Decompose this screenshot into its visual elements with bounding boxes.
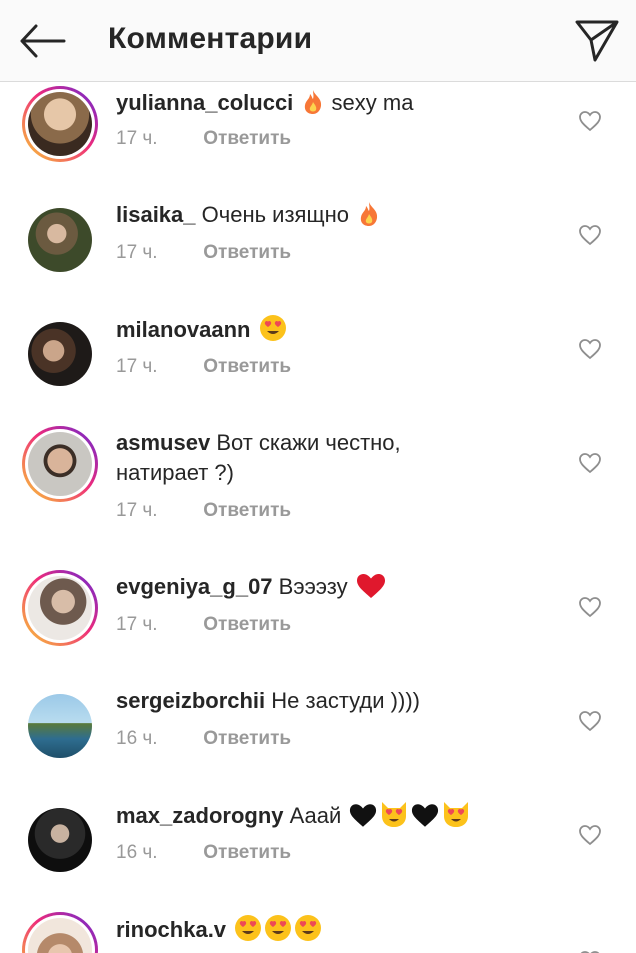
comment-text: rinochka.v bbox=[116, 914, 556, 945]
heart-eyes-cat-emoji bbox=[382, 802, 407, 827]
heart-outline-icon[interactable] bbox=[578, 110, 602, 132]
red-heart-emoji bbox=[356, 574, 385, 598]
comment-meta: 17 ч. Ответить bbox=[116, 500, 291, 522]
comment-time: 17 ч. bbox=[116, 128, 158, 149]
black-heart-emoji bbox=[350, 804, 377, 827]
avatar[interactable] bbox=[22, 912, 98, 953]
comment-text: yulianna_colucci sexy ma bbox=[116, 88, 556, 118]
comment-body: Ааай bbox=[289, 803, 342, 828]
comment-body-line2: натирает ?) bbox=[116, 460, 234, 485]
comment-time: 17 ч. bbox=[116, 500, 158, 521]
reply-button[interactable]: Ответить bbox=[203, 500, 291, 521]
avatar[interactable] bbox=[22, 426, 98, 502]
avatar[interactable] bbox=[22, 316, 98, 392]
heart-eyes-cat-emoji bbox=[444, 802, 469, 827]
fire-emoji bbox=[305, 90, 322, 114]
top-bar: Комментарии bbox=[0, 0, 636, 82]
heart-outline-icon[interactable] bbox=[578, 452, 602, 474]
reply-button[interactable]: Ответить bbox=[203, 614, 291, 635]
reply-button[interactable]: Ответить bbox=[203, 128, 291, 149]
comment-username[interactable]: asmusev bbox=[116, 430, 210, 455]
reply-button[interactable]: Ответить bbox=[203, 728, 291, 749]
comment-row: rinochka.v bbox=[0, 908, 636, 953]
comment-time: 17 ч. bbox=[116, 356, 158, 377]
comment-text: lisaika_ Очень изящно bbox=[116, 200, 556, 230]
comment-time: 16 ч. bbox=[116, 728, 158, 749]
heart-outline-icon[interactable] bbox=[578, 338, 602, 360]
comment-time: 16 ч. bbox=[116, 842, 158, 863]
comment-body: Вэээзу bbox=[278, 574, 348, 599]
comment-row: evgeniya_g_07 Вэээзу 17 ч. Ответить bbox=[0, 566, 636, 680]
black-heart-emoji bbox=[412, 804, 439, 827]
heart-outline-icon[interactable] bbox=[578, 596, 602, 618]
avatar[interactable] bbox=[22, 688, 98, 764]
heart-eyes-emoji bbox=[235, 915, 262, 941]
heart-eyes-emoji bbox=[295, 915, 322, 941]
comment-username[interactable]: sergeizborchii bbox=[116, 688, 265, 713]
comment-row: milanovaann 17 ч. Ответить bbox=[0, 308, 636, 422]
comment-body: Не застуди )))) bbox=[271, 688, 420, 713]
comment-username[interactable]: milanovaann bbox=[116, 317, 250, 342]
comment-text: max_zadorogny Ааай bbox=[116, 800, 556, 831]
avatar[interactable] bbox=[22, 86, 98, 162]
page-title: Комментарии bbox=[108, 22, 313, 55]
comment-row: yulianna_colucci sexy ma 17 ч. Ответить bbox=[0, 82, 636, 194]
comment-meta: 17 ч. Ответить bbox=[116, 242, 291, 264]
comment-username[interactable]: lisaika_ bbox=[116, 202, 196, 227]
comment-meta: 16 ч. Ответить bbox=[116, 842, 291, 864]
direct-send-icon[interactable] bbox=[574, 18, 620, 62]
comment-meta: 17 ч. Ответить bbox=[116, 614, 291, 636]
comment-username[interactable]: max_zadorogny bbox=[116, 803, 284, 828]
comment-meta: 17 ч. Ответить bbox=[116, 356, 291, 378]
comments-list: yulianna_colucci sexy ma 17 ч. Ответить … bbox=[0, 82, 636, 953]
reply-button[interactable]: Ответить bbox=[203, 842, 291, 863]
comment-body: Очень изящно bbox=[201, 202, 349, 227]
avatar[interactable] bbox=[22, 202, 98, 278]
comment-row: lisaika_ Очень изящно 17 ч. Ответить bbox=[0, 194, 636, 308]
comment-text: milanovaann bbox=[116, 314, 556, 345]
comment-text: sergeizborchii Не застуди )))) bbox=[116, 686, 556, 716]
comment-meta: 16 ч. Ответить bbox=[116, 728, 291, 750]
comment-body: sexy ma bbox=[331, 90, 414, 115]
heart-eyes-emoji bbox=[265, 915, 292, 941]
comment-username[interactable]: rinochka.v bbox=[116, 917, 226, 942]
heart-outline-icon[interactable] bbox=[578, 710, 602, 732]
avatar[interactable] bbox=[22, 802, 98, 878]
reply-button[interactable]: Ответить bbox=[203, 242, 291, 263]
comment-username[interactable]: evgeniya_g_07 bbox=[116, 574, 273, 599]
comment-row: sergeizborchii Не застуди )))) 16 ч. Отв… bbox=[0, 680, 636, 794]
back-arrow-icon[interactable] bbox=[18, 22, 66, 60]
comment-meta: 17 ч. Ответить bbox=[116, 128, 291, 150]
comment-row: max_zadorogny Ааай 16 ч. Ответить bbox=[0, 794, 636, 908]
comment-text: asmusev Вот скажи честно, натирает ?) bbox=[116, 428, 556, 488]
heart-eyes-emoji bbox=[259, 315, 286, 341]
reply-button[interactable]: Ответить bbox=[203, 356, 291, 377]
comment-time: 17 ч. bbox=[116, 242, 158, 263]
comment-username[interactable]: yulianna_colucci bbox=[116, 90, 293, 115]
comment-time: 17 ч. bbox=[116, 614, 158, 635]
fire-emoji bbox=[360, 202, 378, 226]
avatar[interactable] bbox=[22, 570, 98, 646]
heart-outline-icon[interactable] bbox=[578, 824, 602, 846]
heart-outline-icon[interactable] bbox=[578, 224, 602, 246]
comment-row: asmusev Вот скажи честно, натирает ?) 17… bbox=[0, 422, 636, 566]
comment-text: evgeniya_g_07 Вэээзу bbox=[116, 572, 556, 602]
comment-body: Вот скажи честно, bbox=[216, 430, 401, 455]
